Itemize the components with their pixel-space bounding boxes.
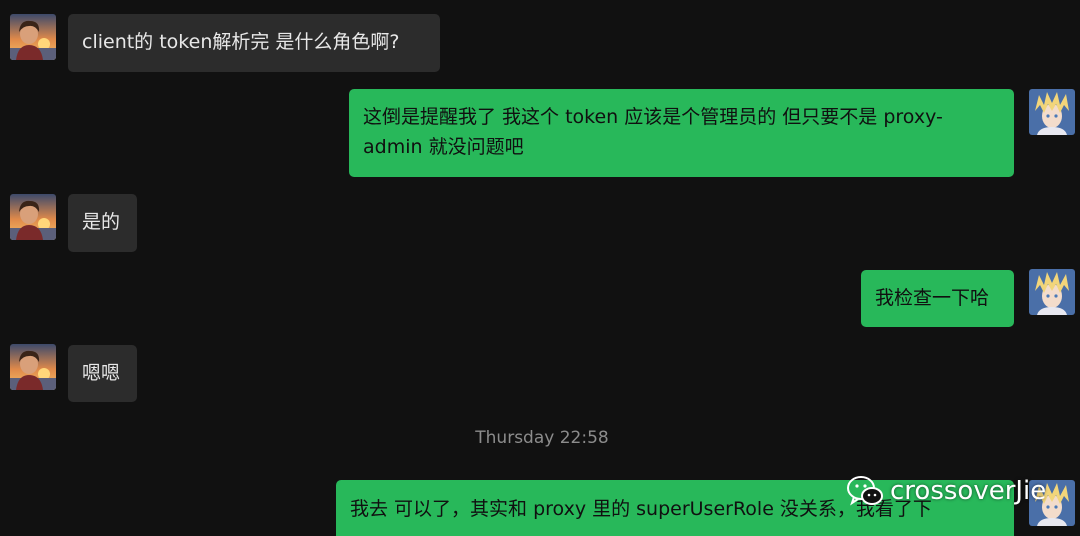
message-bubble-outgoing[interactable]: 我去 可以了，其实和 proxy 里的 superUserRole 没关系，我看… [336,480,1014,536]
message-bubble-outgoing[interactable]: 我检查一下哈 [861,270,1014,327]
contact-avatar[interactable] [10,14,56,60]
message-text: 嗯嗯 [82,362,121,384]
message-bubble-outgoing[interactable]: 这倒是提醒我了 我这个 token 应该是个管理员的 但只要不是 proxy-a… [349,89,1014,177]
message-bubble-incoming[interactable]: 嗯嗯 [68,345,137,402]
message-text: 我检查一下哈 [875,287,990,309]
message-text: client的 token解析完 是什么角色啊? [82,31,400,53]
chat-window: client的 token解析完 是什么角色啊? 这倒是提醒我了 我这个 tok… [0,0,1080,536]
contact-avatar[interactable] [10,344,56,390]
self-avatar[interactable] [1029,480,1075,526]
self-avatar[interactable] [1029,89,1075,135]
message-bubble-incoming[interactable]: client的 token解析完 是什么角色啊? [68,14,440,72]
message-text: 我去 可以了，其实和 proxy 里的 superUserRole 没关系，我看… [350,498,932,520]
self-avatar[interactable] [1029,269,1075,315]
contact-avatar[interactable] [10,194,56,240]
message-text: 是的 [82,211,121,233]
message-timestamp: Thursday 22:58 [475,428,609,448]
message-bubble-incoming[interactable]: 是的 [68,194,137,252]
message-text: 这倒是提醒我了 我这个 token 应该是个管理员的 但只要不是 proxy-a… [363,106,943,158]
